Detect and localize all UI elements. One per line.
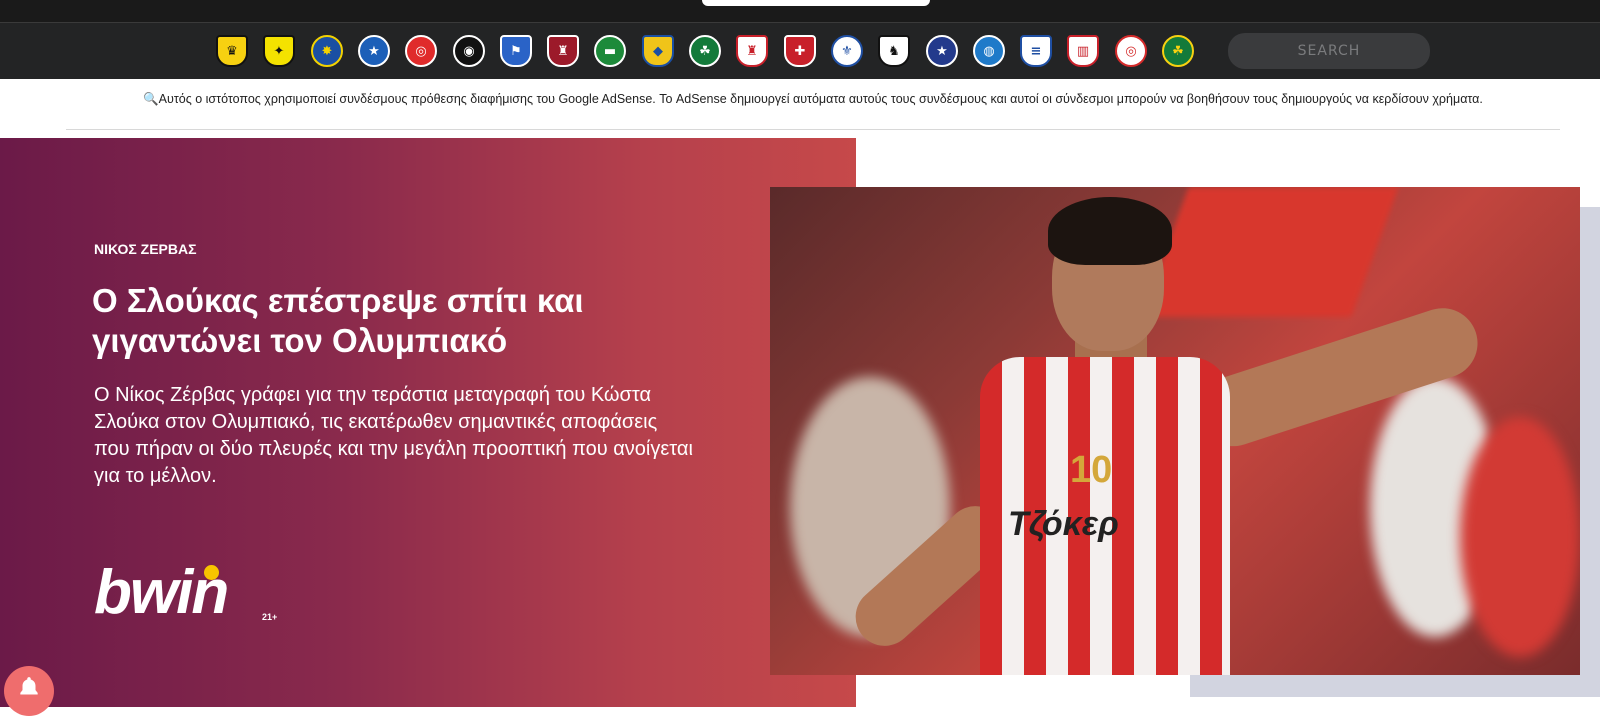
ad-notice: 🔍Αυτός ο ιστότοπος χρησιμοποιεί συνδέσμο… xyxy=(66,79,1560,130)
article-photo[interactable]: 10 Τζόκερ xyxy=(770,187,1580,675)
paok-icon[interactable]: ♞ xyxy=(878,35,910,67)
olympiacos-bc-icon[interactable]: ◎ xyxy=(1115,35,1147,67)
article-headline[interactable]: Ο Σλούκας επέστρεψε σπίτι και γιγαντώνει… xyxy=(92,281,712,361)
aris-icon[interactable]: ✦ xyxy=(263,35,295,67)
asteras-tripolis-icon[interactable]: ✸ xyxy=(311,35,343,67)
levadiakos-icon[interactable]: ▬ xyxy=(594,35,626,67)
top-bar xyxy=(0,0,1600,22)
article-lede: Ο Νίκος Ζέρβας γράφει για την τεράστια μ… xyxy=(94,384,693,487)
panaitolikos-icon[interactable]: ⚑ xyxy=(500,35,532,67)
larissa-icon[interactable]: ♜ xyxy=(547,35,579,67)
panetolikos-icon[interactable]: ◆ xyxy=(642,35,674,67)
panathinaikos-icon[interactable]: ☘ xyxy=(689,35,721,67)
jersey-number: 10 xyxy=(1070,449,1113,491)
photo-background-banner xyxy=(1141,187,1399,317)
panathinaikos-bc-icon[interactable]: ☘ xyxy=(1162,35,1194,67)
atromitos-icon[interactable]: ★ xyxy=(358,35,390,67)
age-badge: 21+ xyxy=(262,612,278,622)
ofi-icon[interactable]: ◉ xyxy=(453,35,485,67)
lamia-icon[interactable]: ≡ xyxy=(1020,35,1052,67)
bwin-logo-dot xyxy=(204,565,219,580)
olympiacos-icon[interactable]: ◎ xyxy=(405,35,437,67)
photo-player-hair xyxy=(1048,197,1172,265)
photo-crowd-blur xyxy=(1460,417,1580,657)
volos-icon[interactable]: ▥ xyxy=(1067,35,1099,67)
article-author[interactable]: ΝΙΚΟΣ ΖΕΡΒΑΣ xyxy=(94,241,197,257)
panionios-icon[interactable]: ✚ xyxy=(784,35,816,67)
apollon-icon[interactable]: ★ xyxy=(926,35,958,67)
search-input[interactable] xyxy=(1228,33,1430,69)
aek-icon[interactable]: ♛ xyxy=(216,35,248,67)
pas-giannina-icon[interactable]: ◍ xyxy=(973,35,1005,67)
bell-icon xyxy=(20,677,38,695)
notification-bell-button[interactable] xyxy=(4,666,54,716)
ad-notice-text: 🔍Αυτός ο ιστότοπος χρησιμοποιεί συνδέσμο… xyxy=(143,92,1483,106)
teams-nav: ♛ ✦ ✸ ★ ◎ ◉ ⚑ ♜ ▬ ◆ ☘ ♜ ✚ ⚜ ♞ ★ ◍ ≡ ▥ ◎ ☘ xyxy=(0,22,1600,79)
jersey-sponsor: Τζόκερ xyxy=(1008,505,1119,543)
xanthi-icon[interactable]: ♜ xyxy=(736,35,768,67)
site-logo-tab[interactable] xyxy=(702,0,930,6)
iraklis-icon[interactable]: ⚜ xyxy=(831,35,863,67)
